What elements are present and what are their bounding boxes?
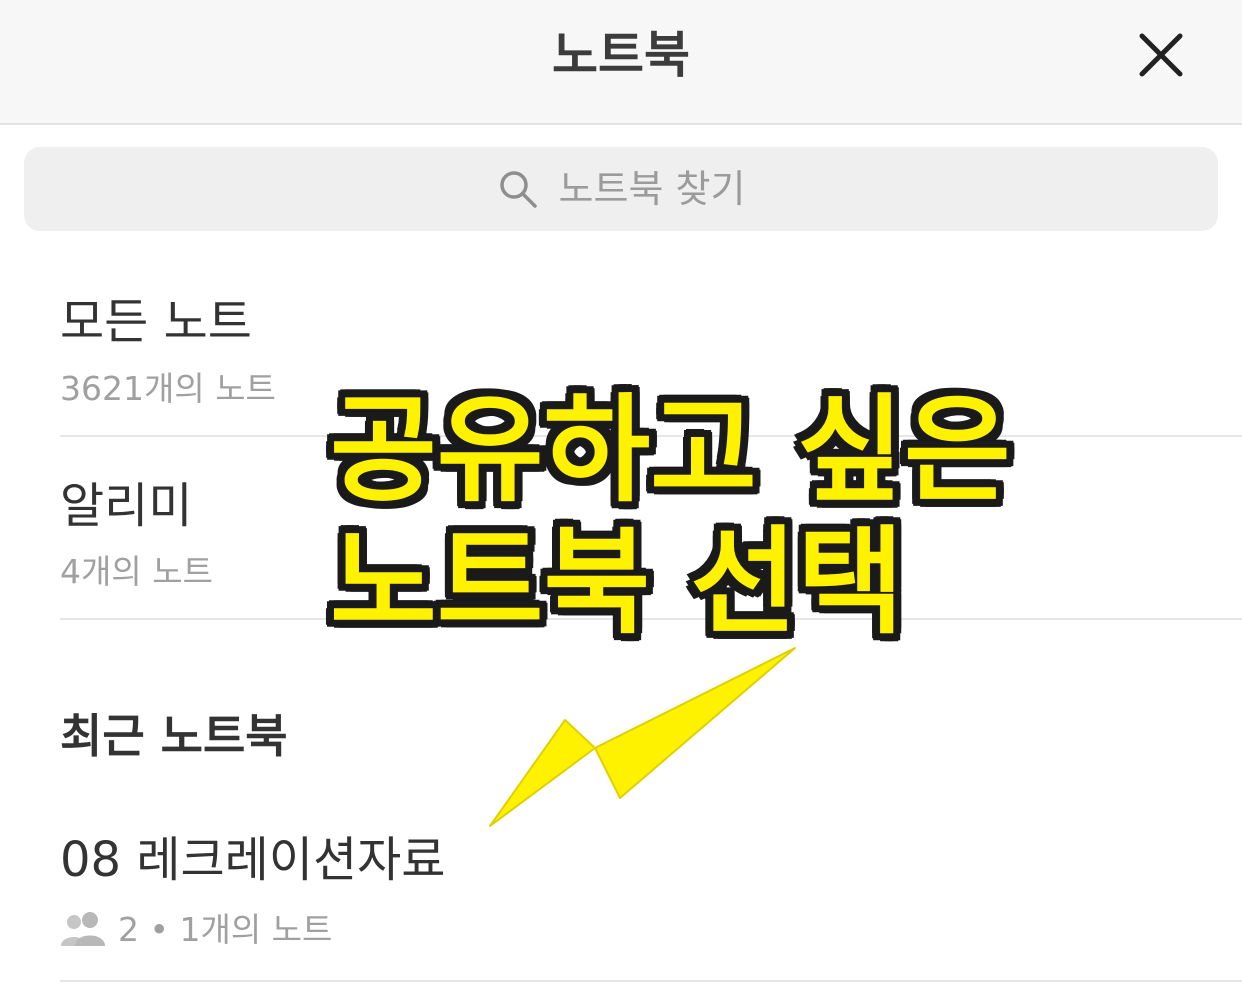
shared-count: 2 xyxy=(118,910,139,949)
annotation-line-1: 공유하고 싶은 xyxy=(330,383,1011,518)
divider xyxy=(60,980,1242,982)
people-icon xyxy=(61,912,105,946)
top-bar: 노트북 xyxy=(0,0,1242,125)
list-item-subtitle: 3621개의 노트 xyxy=(60,369,276,408)
notebook-title: 08 레크레이션자료 xyxy=(60,832,446,888)
note-count: 1개의 노트 xyxy=(179,910,333,949)
list-item-title: 알리미 xyxy=(60,478,193,534)
separator: • xyxy=(149,910,169,949)
search-placeholder: 노트북 찾기 xyxy=(558,167,746,211)
notebook-meta: 2 • 1개의 노트 xyxy=(118,909,332,951)
list-item-title: 모든 노트 xyxy=(60,294,252,350)
close-icon xyxy=(1139,33,1183,77)
annotation-callout: 공유하고 싶은 노트북 선택 xyxy=(330,385,1011,649)
page-title: 노트북 xyxy=(552,26,690,84)
annotation-arrow xyxy=(489,647,796,827)
search-icon xyxy=(499,171,537,208)
section-title-recent: 최근 노트북 xyxy=(60,709,288,763)
list-item-subtitle: 4개의 노트 xyxy=(60,552,213,591)
search-bar[interactable]: 노트북 찾기 xyxy=(24,147,1218,231)
close-button[interactable] xyxy=(1128,24,1192,88)
